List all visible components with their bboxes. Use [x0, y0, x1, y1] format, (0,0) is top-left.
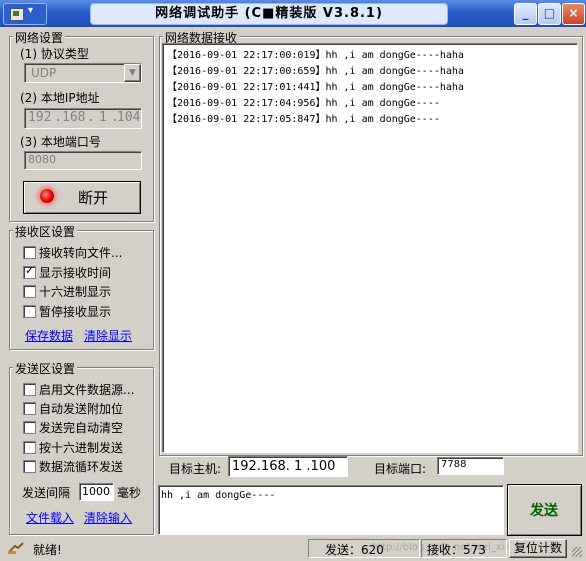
ip-dot: . [54, 110, 62, 125]
ip-part-1: 192 [28, 110, 52, 125]
save-data-link[interactable]: 保存数据 [25, 327, 73, 344]
send-settings-title: 发送区设置 [13, 360, 78, 377]
list-item: 【2016-09-01 22:17:05:847】hh ,i am dongGe… [167, 114, 440, 125]
status-text: 就绪! [33, 543, 62, 557]
recv-option-label[interactable]: 十六进制显示 [39, 283, 111, 300]
disconnect-label: 断开 [78, 189, 109, 207]
target-host-label: 目标主机: [169, 462, 222, 476]
recv-option-label[interactable]: 接收转向文件... [39, 244, 122, 261]
ip-part-2: 168 [62, 110, 86, 125]
ip-part-3: 1 [99, 110, 107, 125]
recv-option-label[interactable]: 显示接收时间 [39, 264, 111, 281]
send-option-label[interactable]: 按十六进制发送 [39, 439, 123, 456]
send-checkbox-1[interactable] [23, 383, 36, 396]
system-menu-button[interactable]: ▾ [3, 3, 47, 25]
send-button-label: 发送 [530, 503, 558, 519]
local-port-input[interactable]: 8080 [24, 151, 142, 170]
ip-dot: . [87, 110, 95, 125]
receive-textarea[interactable]: 【2016-09-01 22:17:00:019】hh ,i am dongGe… [162, 43, 578, 453]
send-textarea[interactable]: hh ,i am dongGe---- [158, 485, 504, 535]
minimize-button[interactable]: _ [514, 3, 537, 25]
clear-display-link[interactable]: 清除显示 [84, 327, 132, 344]
send-checkbox-4[interactable] [23, 440, 36, 454]
protocol-value: UDP [31, 66, 57, 80]
target-host-input[interactable]: 192.168. 1 .100 [228, 456, 348, 477]
checkmark-icon: ✓ [25, 263, 35, 277]
receive-log: 【2016-09-01 22:17:00:019】hh ,i am dongGe… [167, 48, 464, 128]
resize-grip-icon[interactable] [572, 547, 582, 557]
send-interval-input[interactable]: 1000 [79, 483, 114, 501]
send-option-label[interactable]: 启用文件数据源... [39, 381, 134, 398]
reset-count-button[interactable]: 复位计数 [509, 539, 567, 558]
status-bar: 就绪! http://blog.csdn.net/wei_xiaoxiao 发送… [0, 537, 586, 561]
received-count: 接收：573 [427, 543, 486, 557]
recv-settings-title: 接收区设置 [13, 223, 78, 240]
ready-icon [8, 542, 24, 554]
protocol-label: (1) 协议类型 [20, 47, 89, 61]
connection-led-icon [40, 189, 54, 203]
recv-checkbox-1[interactable] [23, 246, 36, 259]
sent-count: 发送：620 [325, 543, 384, 557]
window-title: 网络调试助手 (C■精装版 V3.8.1) [90, 3, 448, 25]
chevron-down-icon: ▾ [28, 5, 34, 16]
list-item: 【2016-09-01 22:17:00:019】hh ,i am dongGe… [167, 50, 464, 61]
disconnect-button[interactable]: 断开 [23, 181, 141, 214]
close-button[interactable]: × [562, 3, 585, 25]
maximize-button[interactable]: □ [538, 3, 561, 25]
ip-label: (2) 本地IP地址 [20, 91, 100, 105]
app-icon [10, 8, 24, 21]
send-interval-value: 1000 [82, 485, 110, 498]
ip-part-4: 104 [117, 110, 141, 125]
send-text: hh ,i am dongGe---- [161, 490, 276, 501]
list-item: 【2016-09-01 22:17:04:956】hh ,i am dongGe… [167, 98, 440, 109]
recv-checkbox-4[interactable] [23, 305, 36, 319]
send-button[interactable]: 发送 [507, 484, 582, 536]
ip-input[interactable]: 192 . 168 . 1 . 104 [24, 108, 142, 129]
send-interval-unit: 毫秒 [117, 486, 142, 500]
target-host-value: 192.168. 1 .100 [232, 459, 336, 474]
send-checkbox-3[interactable] [23, 421, 36, 435]
send-interval-label: 发送间隔 [22, 486, 71, 500]
target-port-input[interactable]: 7788 [437, 457, 504, 475]
list-item: 【2016-09-01 22:17:00:659】hh ,i am dongGe… [167, 66, 464, 77]
recv-checkbox-3[interactable] [23, 285, 36, 299]
chevron-down-icon[interactable]: ▼ [124, 64, 141, 82]
port-label: (3) 本地端口号 [20, 135, 101, 149]
title-bar[interactable]: ▾ 网络调试助手 (C■精装版 V3.8.1) _ □ × [0, 0, 586, 27]
load-file-link[interactable]: 文件载入 [26, 509, 74, 526]
recv-checkbox-2[interactable]: ✓ [23, 263, 36, 279]
send-option-label[interactable]: 数据流循环发送 [39, 458, 123, 475]
local-port-value: 8080 [28, 153, 56, 166]
target-port-label: 目标端口: [374, 462, 427, 476]
protocol-select[interactable]: UDP ▼ [24, 63, 142, 83]
send-checkbox-2[interactable] [23, 402, 36, 416]
send-checkbox-5[interactable] [23, 459, 36, 473]
clear-input-link[interactable]: 清除输入 [84, 509, 132, 526]
list-item: 【2016-09-01 22:17:01:441】hh ,i am dongGe… [167, 82, 464, 93]
target-port-value: 7788 [441, 459, 467, 470]
net-settings-title: 网络设置 [13, 29, 66, 46]
send-option-label[interactable]: 自动发送附加位 [39, 400, 123, 417]
recv-option-label[interactable]: 暂停接收显示 [39, 303, 111, 320]
send-option-label[interactable]: 发送完自动清空 [39, 419, 123, 436]
